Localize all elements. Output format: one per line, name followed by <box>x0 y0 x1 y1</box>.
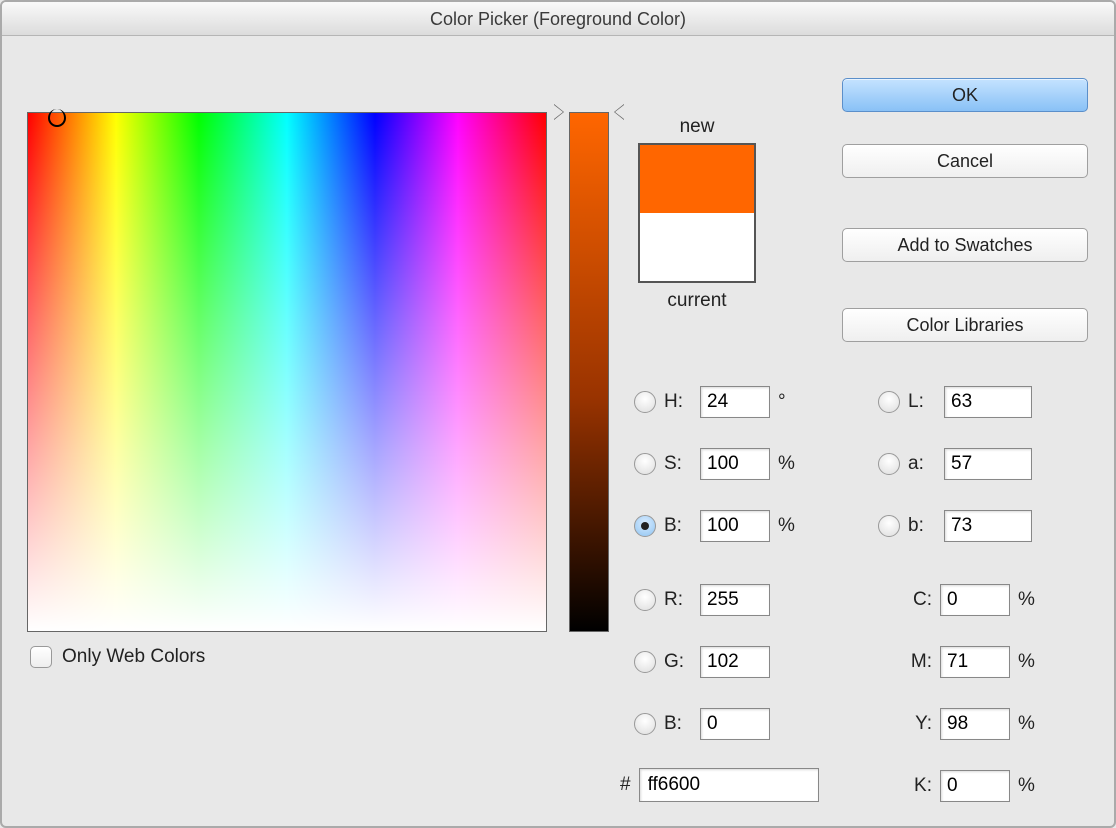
blue-label: B: <box>664 713 692 735</box>
color-field[interactable] <box>27 112 547 632</box>
red-radio[interactable] <box>634 589 656 611</box>
green-radio[interactable] <box>634 651 656 673</box>
hue-radio[interactable] <box>634 391 656 413</box>
magenta-label: M: <box>902 651 932 673</box>
lab-b-label: b: <box>908 515 936 537</box>
key-field: K: % <box>902 768 1040 804</box>
magenta-field: M: % <box>902 644 1040 680</box>
only-web-colors-label: Only Web Colors <box>62 646 205 668</box>
magenta-input[interactable] <box>940 646 1010 678</box>
cancel-button[interactable]: Cancel <box>842 144 1088 178</box>
add-to-swatches-button[interactable]: Add to Swatches <box>842 228 1088 262</box>
lab-a-label: a: <box>908 453 936 475</box>
hue-unit: ° <box>778 391 800 413</box>
brightness-input[interactable] <box>700 510 770 542</box>
current-color-label: current <box>632 290 762 312</box>
magenta-unit: % <box>1018 651 1040 673</box>
lab-l-radio[interactable] <box>878 391 900 413</box>
yellow-field: Y: % <box>902 706 1040 742</box>
lab-b-field: b: <box>878 508 1032 544</box>
saturation-unit: % <box>778 453 800 475</box>
saturation-radio[interactable] <box>634 453 656 475</box>
cyan-label: C: <box>902 589 932 611</box>
lab-a-radio[interactable] <box>878 453 900 475</box>
lab-a-field: a: <box>878 446 1032 482</box>
lab-l-input[interactable] <box>944 386 1032 418</box>
slider-thumb-right-icon[interactable] <box>614 104 624 120</box>
lab-b-radio[interactable] <box>878 515 900 537</box>
lab-b-input[interactable] <box>944 510 1032 542</box>
brightness-slider[interactable] <box>569 112 609 632</box>
red-label: R: <box>664 589 692 611</box>
green-field: G: <box>634 644 770 680</box>
window-title: Color Picker (Foreground Color) <box>2 2 1114 36</box>
lab-l-label: L: <box>908 391 936 413</box>
saturation-field: S: % <box>634 446 800 482</box>
yellow-input[interactable] <box>940 708 1010 740</box>
saturation-input[interactable] <box>700 448 770 480</box>
key-input[interactable] <box>940 770 1010 802</box>
dialog-content: new current OK Cancel Add to Swatches Co… <box>2 36 1114 826</box>
key-unit: % <box>1018 775 1040 797</box>
only-web-colors-checkbox[interactable] <box>30 646 52 668</box>
cyan-unit: % <box>1018 589 1040 611</box>
green-input[interactable] <box>700 646 770 678</box>
blue-radio[interactable] <box>634 713 656 735</box>
only-web-colors-option[interactable]: Only Web Colors <box>30 646 205 668</box>
slider-thumb-left-icon[interactable] <box>554 104 564 120</box>
new-color-label: new <box>632 116 762 138</box>
key-label: K: <box>902 775 932 797</box>
hue-input[interactable] <box>700 386 770 418</box>
hex-field: # <box>620 768 819 802</box>
hue-field: H: ° <box>634 384 800 420</box>
yellow-unit: % <box>1018 713 1040 735</box>
color-libraries-button[interactable]: Color Libraries <box>842 308 1088 342</box>
red-input[interactable] <box>700 584 770 616</box>
cyan-input[interactable] <box>940 584 1010 616</box>
hex-label: # <box>620 774 631 796</box>
brightness-radio[interactable] <box>634 515 656 537</box>
blue-field: B: <box>634 706 770 742</box>
color-swatch-compare <box>638 143 756 283</box>
green-label: G: <box>664 651 692 673</box>
new-color-swatch[interactable] <box>640 145 754 213</box>
hue-label: H: <box>664 391 692 413</box>
current-color-swatch[interactable] <box>640 213 754 281</box>
saturation-label: S: <box>664 453 692 475</box>
brightness-field: B: % <box>634 508 800 544</box>
ok-button[interactable]: OK <box>842 78 1088 112</box>
blue-input[interactable] <box>700 708 770 740</box>
hex-input[interactable] <box>639 768 819 802</box>
lab-l-field: L: <box>878 384 1032 420</box>
lab-a-input[interactable] <box>944 448 1032 480</box>
yellow-label: Y: <box>902 713 932 735</box>
brightness-unit: % <box>778 515 800 537</box>
brightness-label: B: <box>664 515 692 537</box>
cyan-field: C: % <box>902 582 1040 618</box>
red-field: R: <box>634 582 770 618</box>
color-picker-dialog: Color Picker (Foreground Color) new curr… <box>0 0 1116 828</box>
